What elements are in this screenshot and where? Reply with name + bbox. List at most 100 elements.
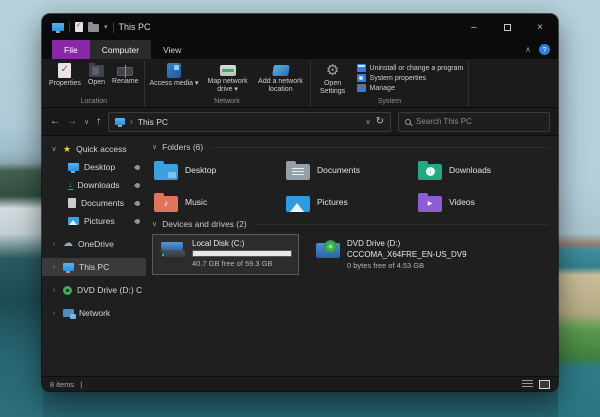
explorer-body: ∨ ★ Quick access Desktop ↓ Downloads Doc… [42, 136, 558, 376]
folder-tile-documents[interactable]: Documents [284, 157, 416, 183]
search-input[interactable] [416, 117, 543, 126]
sidebar-item-downloads[interactable]: ↓ Downloads [42, 176, 146, 194]
group-label-network: Network [150, 97, 305, 107]
expander-icon[interactable]: › [50, 310, 58, 317]
sidebar-item-dvd-drive[interactable]: › DVD Drive (D:) CCCO [42, 281, 146, 299]
window-title: This PC [119, 22, 151, 32]
recent-locations-icon[interactable]: ∨ [84, 118, 89, 126]
network-location-icon [272, 65, 290, 76]
large-icons-view-button[interactable] [539, 380, 550, 389]
sidebar-item-pictures[interactable]: Pictures [42, 212, 146, 230]
search-box[interactable] [398, 112, 550, 132]
sidebar-item-quick-access[interactable]: ∨ ★ Quick access [42, 140, 146, 158]
section-title: Folders (6) [162, 142, 203, 152]
navigation-bar: ← → ∨ ↑ › This PC ∨ ↻ [42, 108, 558, 136]
expander-icon[interactable]: › [50, 241, 58, 248]
properties-button[interactable]: Properties [49, 62, 81, 88]
dvd-disc-icon [63, 286, 72, 295]
system-properties-button[interactable]: System properties [357, 74, 464, 82]
add-network-location-button[interactable]: Add a network location [257, 62, 305, 94]
access-media-icon [167, 63, 181, 78]
map-network-drive-button[interactable]: Map network drive ▾ [206, 62, 250, 94]
rename-icon [117, 67, 133, 76]
expander-icon[interactable]: ∨ [50, 145, 58, 153]
refresh-icon[interactable]: ↻ [376, 116, 384, 127]
downloads-icon: ↓ [68, 180, 73, 190]
manage-button[interactable]: Manage [357, 84, 464, 92]
uninstall-program-button[interactable]: Uninstall or change a program [357, 64, 464, 72]
back-icon[interactable]: ← [50, 116, 60, 127]
manage-icon [357, 84, 366, 92]
folders-section-header[interactable]: ∨ Folders (6) [152, 142, 548, 152]
dvd-drive-tile[interactable]: DVD Drive (D:) CCCOMA_X64FRE_EN-US_DV9 0… [309, 234, 474, 275]
folder-tile-desktop[interactable]: Desktop [152, 157, 284, 183]
dropdown-caret-icon: ▾ [234, 86, 238, 93]
pin-icon [134, 199, 141, 206]
item-count: 8 items [50, 380, 74, 389]
breadcrumb[interactable]: This PC [138, 117, 168, 127]
quick-access-toolbar-caret-icon[interactable]: ▾ [104, 23, 108, 31]
breadcrumb-separator-icon: › [130, 117, 133, 126]
collapse-section-icon[interactable]: ∨ [152, 143, 157, 151]
uninstall-icon [357, 64, 366, 72]
open-button[interactable]: Open [88, 62, 105, 87]
properties-quick-icon[interactable] [75, 22, 83, 32]
minimize-button[interactable]: – [460, 16, 488, 38]
tab-row-spacer [193, 40, 517, 59]
local-disk-tile[interactable]: Local Disk (C:) 40.7 GB free of 59.3 GB [152, 234, 299, 275]
disc-icon [324, 240, 337, 253]
maximize-button[interactable] [493, 16, 521, 38]
address-bar[interactable]: › This PC ∨ ↻ [108, 112, 391, 132]
pin-icon [134, 163, 141, 170]
gear-icon: ⚙ [326, 63, 339, 78]
help-icon[interactable]: ? [539, 44, 550, 55]
wallpaper-left-strip [0, 0, 43, 417]
drive-name: Local Disk (C:) [192, 239, 292, 248]
collapse-ribbon-icon[interactable]: ∧ [517, 40, 539, 59]
folder-tile-pictures[interactable]: Pictures [284, 189, 416, 215]
new-folder-quick-icon[interactable] [88, 24, 99, 32]
map-network-drive-icon [220, 65, 236, 76]
drive-free-space: 0 bytes free of 4.53 GB [347, 261, 467, 270]
dvd-drive-icon [316, 243, 340, 258]
close-button[interactable]: × [526, 16, 554, 38]
this-pc-icon [63, 263, 74, 271]
ribbon-tab-row: File Computer View ∧ ? [42, 40, 558, 59]
this-pc-icon [115, 118, 125, 125]
up-icon[interactable]: ↑ [96, 116, 101, 127]
ribbon-group-network: Access media ▾ Map network drive ▾ Add a… [145, 61, 311, 107]
tab-computer[interactable]: Computer [90, 40, 151, 59]
maximize-icon [504, 24, 511, 31]
disk-usage-bar [192, 250, 292, 257]
sidebar-item-onedrive[interactable]: › ☁ OneDrive [42, 235, 146, 253]
access-media-button[interactable]: Access media ▾ [150, 62, 199, 88]
folder-tile-music[interactable]: ♪ Music [152, 189, 284, 215]
collapse-section-icon[interactable]: ∨ [152, 220, 157, 228]
title-bar: ▾ This PC – × [42, 14, 558, 40]
drive-name: DVD Drive (D:) [347, 239, 467, 248]
pictures-folder-icon [286, 196, 310, 212]
address-dropdown-icon[interactable]: ∨ [365, 118, 370, 126]
desktop-wallpaper: { "colors": { "file_tab": "#8a26a8", "he… [0, 0, 600, 417]
hard-drive-icon [159, 242, 185, 259]
drives-section-header[interactable]: ∨ Devices and drives (2) [152, 219, 548, 229]
divider [113, 22, 114, 33]
sidebar-item-this-pc[interactable]: › This PC [42, 258, 146, 276]
folder-tile-videos[interactable]: ▶ Videos [416, 189, 548, 215]
open-settings-button[interactable]: ⚙ Open Settings [316, 62, 350, 96]
details-view-button[interactable] [522, 380, 533, 389]
sidebar-item-desktop[interactable]: Desktop [42, 158, 146, 176]
documents-icon [68, 198, 76, 208]
folder-tile-downloads[interactable]: ↓ Downloads [416, 157, 548, 183]
expander-icon[interactable]: › [50, 264, 58, 271]
tab-file[interactable]: File [52, 40, 90, 59]
expander-icon[interactable]: › [50, 287, 58, 294]
desktop-folder-icon [154, 164, 178, 180]
rename-button[interactable]: Rename [112, 62, 138, 86]
forward-icon[interactable]: → [67, 116, 77, 127]
tab-view[interactable]: View [151, 40, 193, 59]
sidebar-item-documents[interactable]: Documents [42, 194, 146, 212]
network-icon [63, 309, 74, 317]
sidebar-item-network[interactable]: › Network [42, 304, 146, 322]
volume-label: CCCOMA_X64FRE_EN-US_DV9 [347, 250, 467, 259]
